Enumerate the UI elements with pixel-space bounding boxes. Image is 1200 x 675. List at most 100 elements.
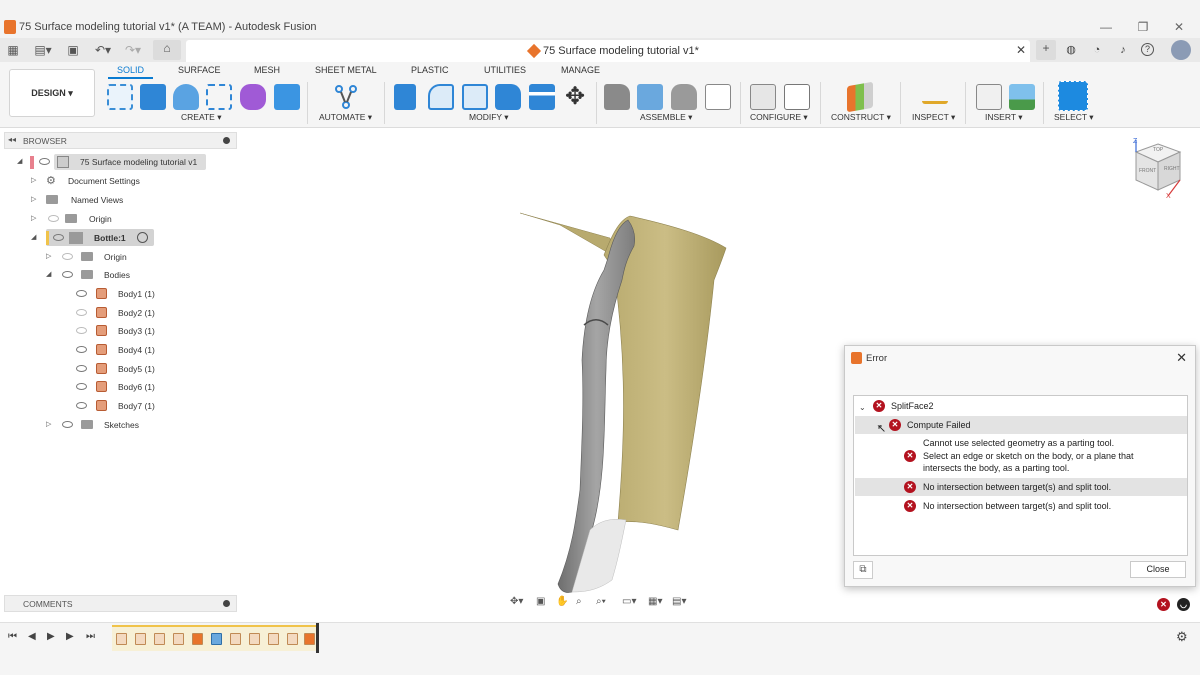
close-window-button[interactable]: ✕ [1169, 19, 1189, 35]
browser-item-body7[interactable]: Body7 (1) [74, 398, 224, 415]
copy-to-clipboard-button[interactable]: ⧉ [853, 561, 873, 579]
new-component-tool[interactable] [604, 84, 630, 110]
timeline-feature[interactable] [211, 633, 222, 645]
viewcube-top-label[interactable]: TOP [1153, 147, 1163, 153]
go-to-end-icon[interactable]: ⏭ [86, 631, 95, 642]
document-tab-close[interactable]: ✕ [1016, 43, 1026, 57]
hidden-eye-icon[interactable] [62, 253, 73, 260]
maximize-button[interactable]: ❐ [1133, 19, 1153, 35]
user-avatar[interactable] [1171, 40, 1191, 60]
visibility-eye-icon[interactable] [76, 365, 87, 372]
pin-panel-icon[interactable] [223, 137, 230, 144]
browser-item-bottle-origin[interactable]: ▷ Origin [43, 249, 243, 266]
save-icon[interactable]: ▣ [65, 42, 81, 58]
configuration-table-tool[interactable] [784, 84, 810, 110]
tab-plastic[interactable]: PLASTIC [411, 65, 449, 75]
collapse-arrow-icon[interactable]: ◢ [17, 157, 22, 165]
expand-arrow-icon[interactable]: ▷ [31, 176, 36, 184]
measure-tool[interactable] [922, 90, 948, 104]
browser-item-document-settings[interactable]: ▷ ⚙ Document Settings [28, 173, 228, 190]
timeline-track[interactable] [112, 625, 318, 651]
timeline-feature[interactable] [249, 633, 260, 645]
browser-item-body4[interactable]: Body4 (1) [74, 342, 224, 359]
help-icon[interactable]: ? [1141, 43, 1154, 56]
modify-menu-label[interactable]: MODIFY ▾ [469, 112, 509, 123]
activate-component-icon[interactable] [137, 232, 148, 243]
inspect-menu-label[interactable]: INSPECT ▾ [912, 112, 955, 123]
revolve-tool[interactable] [173, 84, 199, 110]
browser-item-bodies[interactable]: ◢ Bodies [43, 267, 243, 284]
visibility-eye-icon[interactable] [76, 346, 87, 353]
redo-icon[interactable]: ↷▾ [121, 42, 145, 58]
browser-item-body2[interactable]: Body2 (1) [74, 305, 224, 322]
timeline-feature[interactable] [192, 633, 203, 645]
tab-utilities[interactable]: UTILITIES [484, 65, 526, 75]
browser-item-origin[interactable]: ▷ Origin [28, 211, 228, 228]
create-menu-label[interactable]: CREATE ▾ [181, 112, 221, 123]
automate-menu-label[interactable]: AUTOMATE ▾ [319, 112, 372, 123]
apps-grid-icon[interactable]: ▦ [5, 42, 21, 58]
chamfer-tool[interactable] [462, 84, 488, 110]
viewports-icon[interactable]: ▤▾ [672, 596, 686, 607]
error-message-line[interactable]: No intersection between target(s) and sp… [923, 500, 1111, 513]
zoom-window-icon[interactable]: ⌕▾ [596, 596, 606, 607]
viewcube-front-label[interactable]: FRONT [1139, 168, 1156, 174]
extrude-tool[interactable] [140, 84, 166, 110]
collapse-arrow-icon[interactable]: ◢ [46, 270, 51, 278]
hidden-eye-icon[interactable] [48, 215, 59, 222]
visibility-eye-icon[interactable] [39, 158, 50, 165]
viewcube[interactable]: TOP FRONT RIGHT Z X [1128, 138, 1188, 202]
joint-origin-tool[interactable] [705, 84, 731, 110]
collapse-panel-icon[interactable]: ◂◂ [8, 135, 16, 144]
browser-item-body3[interactable]: Body3 (1) [74, 323, 224, 340]
expand-arrow-icon[interactable]: ▷ [31, 214, 36, 222]
timeline-feature[interactable] [230, 633, 241, 645]
joint-tool[interactable] [637, 84, 663, 110]
tab-sheet-metal[interactable]: SHEET METAL [315, 65, 377, 75]
insert-derive-tool[interactable] [976, 84, 1002, 110]
timeline-feature[interactable] [135, 633, 146, 645]
tab-manage[interactable]: MANAGE [561, 65, 600, 75]
error-feature-name[interactable]: SplitFace2 [891, 400, 934, 413]
visibility-eye-icon[interactable] [53, 234, 64, 241]
step-forward-icon[interactable]: ▶ [66, 631, 74, 642]
collapse-arrow-icon[interactable]: ◢ [31, 233, 36, 241]
tab-mesh[interactable]: MESH [254, 65, 280, 75]
timeline-feature[interactable] [173, 633, 184, 645]
display-settings-icon[interactable]: ▭▾ [622, 596, 636, 607]
assemble-menu-label[interactable]: ASSEMBLE ▾ [640, 112, 692, 123]
visibility-eye-icon[interactable] [76, 402, 87, 409]
browser-item-body6[interactable]: Body6 (1) [74, 379, 224, 396]
activity-status-icon[interactable]: ◡ [1177, 598, 1190, 611]
timeline-feature[interactable] [154, 633, 165, 645]
visibility-eye-icon[interactable] [76, 290, 87, 297]
form-tool[interactable] [240, 84, 266, 110]
browser-item-sketches[interactable]: ▷ Sketches [43, 417, 243, 434]
timeline-marker[interactable] [316, 623, 319, 653]
collapse-arrow-icon[interactable]: ⌄ [859, 403, 866, 412]
create-sketch-tool[interactable] [107, 84, 133, 110]
job-status-icon[interactable]: ◔ [1089, 42, 1105, 58]
close-dialog-icon[interactable]: ✕ [1176, 350, 1187, 366]
pin-panel-icon[interactable] [223, 600, 230, 607]
hidden-eye-icon[interactable] [76, 309, 87, 316]
browser-panel-header[interactable]: ◂◂ BROWSER [4, 132, 237, 149]
expand-arrow-icon[interactable]: ▷ [46, 420, 51, 428]
hidden-eye-icon[interactable] [76, 327, 87, 334]
configure-menu-label[interactable]: CONFIGURE ▾ [750, 112, 808, 123]
model-viewport-geometry[interactable] [500, 200, 740, 600]
canvas-image-tool[interactable] [1009, 84, 1035, 110]
zoom-icon[interactable]: ⌕ [576, 596, 582, 607]
select-tool[interactable] [1058, 81, 1088, 111]
go-to-start-icon[interactable]: ⏮ [8, 631, 17, 642]
look-at-icon[interactable]: ▣ [536, 596, 545, 607]
error-message-line[interactable]: No intersection between target(s) and sp… [923, 481, 1111, 494]
fillet-tool[interactable] [428, 84, 454, 110]
notifications-icon[interactable]: ♪ [1115, 42, 1131, 58]
pan-hand-icon[interactable]: ✋ [556, 596, 568, 607]
tab-solid[interactable]: SOLID [117, 65, 144, 75]
visibility-eye-icon[interactable] [62, 271, 73, 278]
file-menu-icon[interactable]: ▤▾ [31, 42, 55, 58]
timeline-settings-gear-icon[interactable]: ⚙ [1176, 629, 1188, 645]
select-menu-label[interactable]: SELECT ▾ [1054, 112, 1094, 123]
